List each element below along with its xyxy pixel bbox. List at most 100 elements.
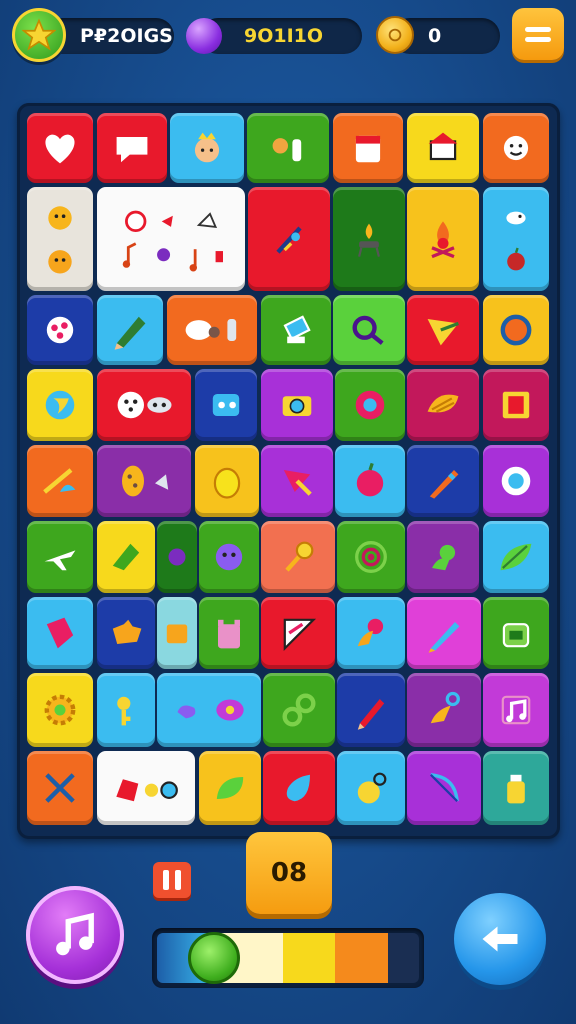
- tile-crayon[interactable]: [407, 597, 481, 669]
- tile-bucket[interactable]: [483, 597, 549, 669]
- moves-counter-value: 08: [270, 858, 308, 888]
- pause-button[interactable]: [153, 862, 191, 898]
- campfire-icon: [431, 221, 455, 259]
- star-badge-icon[interactable]: [12, 8, 66, 62]
- tile-airplane[interactable]: [27, 521, 93, 593]
- game-board: [17, 103, 560, 839]
- tile-stamp[interactable]: [261, 295, 331, 365]
- tile-ring[interactable]: [483, 295, 549, 365]
- tile-cookie[interactable]: [97, 445, 191, 517]
- tile-shell[interactable]: [407, 369, 479, 441]
- speech-bubble-icon: [116, 137, 148, 163]
- berry-icon: [356, 462, 384, 497]
- tile-cracker[interactable]: [157, 597, 197, 669]
- airplane-icon: [44, 550, 76, 571]
- hammer-icon: [285, 541, 314, 572]
- tile-leaf[interactable]: [483, 521, 549, 593]
- tile-berry[interactable]: [335, 445, 405, 517]
- tile-princess[interactable]: [170, 113, 244, 183]
- tile-drop-table[interactable]: [333, 187, 405, 291]
- tile-arrow[interactable]: [261, 445, 333, 517]
- player-label: P₽2OIGS: [80, 25, 173, 47]
- tile-robot-face[interactable]: [195, 369, 257, 441]
- music-note-icon: [56, 912, 94, 956]
- tile-marker[interactable]: [337, 673, 405, 747]
- tile-hen[interactable]: [337, 751, 405, 825]
- tile-flower[interactable]: [337, 597, 405, 669]
- tile-music-card[interactable]: [97, 187, 245, 291]
- pipe-icon: [43, 468, 76, 494]
- tile-paper-plane[interactable]: [407, 295, 479, 365]
- tile-heart[interactable]: [27, 113, 93, 183]
- tile-lemon[interactable]: [195, 445, 259, 517]
- tile-figures[interactable]: [247, 113, 329, 183]
- tile-grape[interactable]: [157, 521, 197, 593]
- sprout-icon: [216, 777, 244, 799]
- ball-icon: [46, 316, 74, 344]
- eye-icon: [501, 466, 531, 496]
- music-button[interactable]: [26, 886, 124, 984]
- tile-film[interactable]: [483, 369, 549, 441]
- heart-icon: [45, 134, 75, 164]
- sweets-icon: [185, 319, 237, 341]
- tile-pencil[interactable]: [97, 295, 163, 365]
- tile-calendar[interactable]: [333, 113, 403, 183]
- tile-bird[interactable]: [407, 521, 479, 593]
- tile-smiley-faces[interactable]: [27, 187, 93, 291]
- tile-drop[interactable]: [263, 751, 335, 825]
- tile-gear[interactable]: [27, 673, 93, 747]
- tile-house[interactable]: [407, 113, 479, 183]
- tile-eye[interactable]: [483, 445, 549, 517]
- tile-scissors[interactable]: [27, 751, 93, 825]
- tile-campfire[interactable]: [407, 187, 479, 291]
- tile-key[interactable]: [97, 673, 155, 747]
- dice-icon: [117, 391, 172, 419]
- glasses-icon: [282, 693, 316, 727]
- smiley-face-icon: [48, 206, 72, 230]
- tile-rattle[interactable]: [407, 673, 481, 747]
- tile-grape-face[interactable]: [199, 521, 259, 593]
- tile-sprout[interactable]: [199, 751, 261, 825]
- tile-castle[interactable]: [199, 597, 259, 669]
- tile-sun-face[interactable]: [483, 113, 549, 183]
- tile-beans[interactable]: [157, 673, 261, 747]
- tile-bow[interactable]: [407, 751, 481, 825]
- menu-button[interactable]: [512, 8, 564, 60]
- tile-bottle[interactable]: [483, 751, 549, 825]
- back-button[interactable]: [454, 893, 546, 985]
- progress-segment-orange: [335, 933, 388, 983]
- tile-target[interactable]: [337, 521, 405, 593]
- progress-knob[interactable]: [188, 932, 240, 984]
- tile-shuttlecock[interactable]: [97, 521, 155, 593]
- menu-icon-line: [525, 36, 551, 42]
- tile-hammer[interactable]: [261, 521, 335, 593]
- tile-pizza[interactable]: [261, 597, 335, 669]
- tile-pipe[interactable]: [27, 445, 93, 517]
- tile-wrench[interactable]: [333, 295, 405, 365]
- tile-tools[interactable]: [248, 187, 330, 291]
- tools-icon: [276, 226, 302, 254]
- tile-sweets[interactable]: [167, 295, 257, 365]
- leaf-icon: [500, 543, 532, 571]
- coin-icon: [376, 16, 414, 54]
- tile-glasses[interactable]: [263, 673, 335, 747]
- purple-orb-icon: [186, 18, 222, 54]
- lemon-icon: [213, 467, 241, 499]
- tile-pen[interactable]: [407, 445, 479, 517]
- tile-dice[interactable]: [97, 369, 191, 441]
- drop-icon: [286, 774, 310, 802]
- tile-toy-car[interactable]: [97, 751, 195, 825]
- tile-fish-apple[interactable]: [483, 187, 549, 291]
- tile-globe[interactable]: [27, 369, 93, 441]
- tile-music-note[interactable]: [483, 673, 549, 747]
- music-note-icon: [501, 695, 531, 725]
- shuttlecock-icon: [112, 543, 140, 571]
- tile-speech[interactable]: [97, 113, 167, 183]
- stamp-icon: [283, 315, 311, 344]
- tile-gem[interactable]: [27, 597, 93, 669]
- tile-donut[interactable]: [335, 369, 405, 441]
- tile-puzzle[interactable]: [97, 597, 155, 669]
- tile-ball[interactable]: [27, 295, 93, 365]
- tile-camera[interactable]: [261, 369, 333, 441]
- ring-icon: [500, 314, 532, 346]
